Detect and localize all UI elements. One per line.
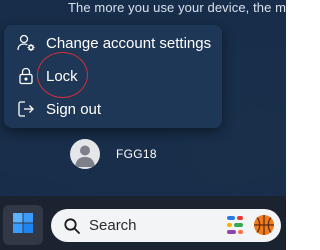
windows-icon bbox=[12, 212, 34, 239]
menu-item-sign-out[interactable]: Sign out bbox=[4, 94, 222, 124]
menu-item-lock[interactable]: Lock bbox=[4, 61, 222, 91]
basketball-icon bbox=[252, 213, 276, 237]
user-account-row[interactable]: FGG18 bbox=[70, 138, 157, 170]
avatar-icon bbox=[70, 139, 100, 169]
desktop-screen: The more you use your device, the mo Cha… bbox=[0, 0, 286, 250]
menu-item-label: Change account settings bbox=[46, 34, 212, 52]
menu-item-change-account-settings[interactable]: Change account settings bbox=[4, 28, 222, 58]
taskbar-search-box[interactable]: Search bbox=[51, 209, 281, 242]
start-menu-panel: The more you use your device, the mo Cha… bbox=[0, 0, 286, 196]
user-settings-icon bbox=[16, 33, 36, 53]
username-label: FGG18 bbox=[116, 147, 157, 161]
search-icon bbox=[63, 217, 81, 235]
start-hint-text: The more you use your device, the mo bbox=[68, 0, 286, 15]
account-menu: Change account settings Lock Sign out bbox=[4, 25, 222, 128]
search-placeholder: Search bbox=[89, 217, 137, 234]
sign-out-icon bbox=[16, 99, 36, 119]
start-button[interactable] bbox=[3, 205, 43, 245]
lock-icon bbox=[16, 66, 36, 86]
menu-item-label: Lock bbox=[46, 67, 78, 85]
widget-icon bbox=[225, 213, 249, 237]
menu-item-label: Sign out bbox=[46, 100, 102, 118]
